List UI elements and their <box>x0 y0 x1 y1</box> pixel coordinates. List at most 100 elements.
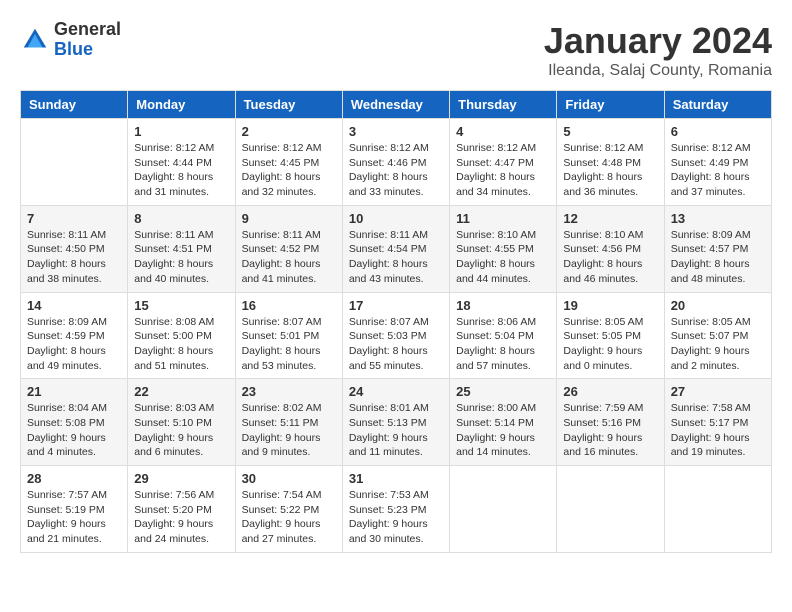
day-info: Sunrise: 8:08 AMSunset: 5:00 PMDaylight:… <box>134 315 228 374</box>
day-info: Sunrise: 8:12 AMSunset: 4:45 PMDaylight:… <box>242 141 336 200</box>
calendar-cell: 10 Sunrise: 8:11 AMSunset: 4:54 PMDayligh… <box>342 205 449 292</box>
day-number: 28 <box>27 471 121 486</box>
day-number: 24 <box>349 384 443 399</box>
calendar-cell: 6 Sunrise: 8:12 AMSunset: 4:49 PMDaylight… <box>664 119 771 206</box>
page-header: General Blue January 2024 Ileanda, Salaj… <box>20 20 772 80</box>
day-number: 25 <box>456 384 550 399</box>
calendar-table: SundayMondayTuesdayWednesdayThursdayFrid… <box>20 90 772 553</box>
calendar-cell: 5Sunrise: 8:12 AMSunset: 4:48 PMDaylight… <box>557 119 664 206</box>
day-number: 1 <box>134 124 228 139</box>
calendar-cell: 20 Sunrise: 8:05 AMSunset: 5:07 PMDayligh… <box>664 292 771 379</box>
day-number: 9 <box>242 211 336 226</box>
weekday-header: Thursday <box>450 91 557 119</box>
day-number: 20 <box>671 298 765 313</box>
calendar-header-row: SundayMondayTuesdayWednesdayThursdayFrid… <box>21 91 772 119</box>
day-info: Sunrise: 8:12 AMSunset: 4:44 PMDaylight:… <box>134 141 228 200</box>
day-number: 30 <box>242 471 336 486</box>
calendar-cell: 11Sunrise: 8:10 AMSunset: 4:55 PMDayligh… <box>450 205 557 292</box>
day-info: Sunrise: 8:10 AMSunset: 4:56 PMDaylight:… <box>563 228 657 287</box>
calendar-cell: 12Sunrise: 8:10 AMSunset: 4:56 PMDayligh… <box>557 205 664 292</box>
day-number: 19 <box>563 298 657 313</box>
calendar-week-row: 21 Sunrise: 8:04 AMSunset: 5:08 PMDayligh… <box>21 379 772 466</box>
day-info: Sunrise: 8:05 AMSunset: 5:07 PMDaylight:… <box>671 315 765 374</box>
calendar-cell: 13 Sunrise: 8:09 AMSunset: 4:57 PMDayligh… <box>664 205 771 292</box>
day-number: 26 <box>563 384 657 399</box>
day-number: 21 <box>27 384 121 399</box>
calendar-cell: 14 Sunrise: 8:09 AMSunset: 4:59 PMDayligh… <box>21 292 128 379</box>
location: Ileanda, Salaj County, Romania <box>544 62 772 80</box>
weekday-header: Monday <box>128 91 235 119</box>
day-info: Sunrise: 8:07 AMSunset: 5:03 PMDaylight:… <box>349 315 443 374</box>
day-info: Sunrise: 8:12 AMSunset: 4:47 PMDaylight:… <box>456 141 550 200</box>
calendar-cell: 27 Sunrise: 7:58 AMSunset: 5:17 PMDayligh… <box>664 379 771 466</box>
day-info: Sunrise: 8:07 AMSunset: 5:01 PMDaylight:… <box>242 315 336 374</box>
weekday-header: Saturday <box>664 91 771 119</box>
calendar-cell: 9 Sunrise: 8:11 AMSunset: 4:52 PMDaylight… <box>235 205 342 292</box>
day-info: Sunrise: 8:05 AMSunset: 5:05 PMDaylight:… <box>563 315 657 374</box>
day-number: 27 <box>671 384 765 399</box>
weekday-header: Wednesday <box>342 91 449 119</box>
day-info: Sunrise: 7:57 AMSunset: 5:19 PMDaylight:… <box>27 488 121 547</box>
month-title: January 2024 <box>544 20 772 62</box>
day-number: 4 <box>456 124 550 139</box>
calendar-cell: 24Sunrise: 8:01 AMSunset: 5:13 PMDayligh… <box>342 379 449 466</box>
day-info: Sunrise: 8:06 AMSunset: 5:04 PMDaylight:… <box>456 315 550 374</box>
day-number: 7 <box>27 211 121 226</box>
day-info: Sunrise: 8:12 AMSunset: 4:49 PMDaylight:… <box>671 141 765 200</box>
day-number: 14 <box>27 298 121 313</box>
calendar-cell: 2 Sunrise: 8:12 AMSunset: 4:45 PMDaylight… <box>235 119 342 206</box>
weekday-header: Sunday <box>21 91 128 119</box>
calendar-cell: 31Sunrise: 7:53 AMSunset: 5:23 PMDayligh… <box>342 466 449 553</box>
day-number: 17 <box>349 298 443 313</box>
day-number: 10 <box>349 211 443 226</box>
day-info: Sunrise: 7:54 AMSunset: 5:22 PMDaylight:… <box>242 488 336 547</box>
day-info: Sunrise: 8:09 AMSunset: 4:59 PMDaylight:… <box>27 315 121 374</box>
logo: General Blue <box>20 20 121 60</box>
day-info: Sunrise: 8:02 AMSunset: 5:11 PMDaylight:… <box>242 401 336 460</box>
logo-text: General Blue <box>54 20 121 60</box>
logo-icon <box>20 25 50 55</box>
day-info: Sunrise: 8:03 AMSunset: 5:10 PMDaylight:… <box>134 401 228 460</box>
day-number: 6 <box>671 124 765 139</box>
calendar-cell: 28 Sunrise: 7:57 AMSunset: 5:19 PMDayligh… <box>21 466 128 553</box>
calendar-cell: 8Sunrise: 8:11 AMSunset: 4:51 PMDaylight… <box>128 205 235 292</box>
calendar-cell <box>21 119 128 206</box>
day-info: Sunrise: 7:56 AMSunset: 5:20 PMDaylight:… <box>134 488 228 547</box>
calendar-cell: 29 Sunrise: 7:56 AMSunset: 5:20 PMDayligh… <box>128 466 235 553</box>
weekday-header: Friday <box>557 91 664 119</box>
title-area: January 2024 Ileanda, Salaj County, Roma… <box>544 20 772 80</box>
calendar-cell: 17 Sunrise: 8:07 AMSunset: 5:03 PMDayligh… <box>342 292 449 379</box>
day-number: 15 <box>134 298 228 313</box>
calendar-week-row: 28 Sunrise: 7:57 AMSunset: 5:19 PMDayligh… <box>21 466 772 553</box>
calendar-cell <box>450 466 557 553</box>
calendar-cell <box>557 466 664 553</box>
day-number: 2 <box>242 124 336 139</box>
day-info: Sunrise: 8:09 AMSunset: 4:57 PMDaylight:… <box>671 228 765 287</box>
day-info: Sunrise: 7:53 AMSunset: 5:23 PMDaylight:… <box>349 488 443 547</box>
day-number: 13 <box>671 211 765 226</box>
calendar-cell: 16Sunrise: 8:07 AMSunset: 5:01 PMDayligh… <box>235 292 342 379</box>
day-info: Sunrise: 8:00 AMSunset: 5:14 PMDaylight:… <box>456 401 550 460</box>
calendar-cell: 7Sunrise: 8:11 AMSunset: 4:50 PMDaylight… <box>21 205 128 292</box>
calendar-week-row: 7Sunrise: 8:11 AMSunset: 4:50 PMDaylight… <box>21 205 772 292</box>
day-number: 5 <box>563 124 657 139</box>
calendar-cell: 3Sunrise: 8:12 AMSunset: 4:46 PMDaylight… <box>342 119 449 206</box>
weekday-header: Tuesday <box>235 91 342 119</box>
calendar-cell: 4 Sunrise: 8:12 AMSunset: 4:47 PMDaylight… <box>450 119 557 206</box>
calendar-week-row: 1 Sunrise: 8:12 AMSunset: 4:44 PMDaylight… <box>21 119 772 206</box>
calendar-cell: 18 Sunrise: 8:06 AMSunset: 5:04 PMDayligh… <box>450 292 557 379</box>
day-info: Sunrise: 8:11 AMSunset: 4:52 PMDaylight:… <box>242 228 336 287</box>
day-number: 22 <box>134 384 228 399</box>
day-info: Sunrise: 8:11 AMSunset: 4:54 PMDaylight:… <box>349 228 443 287</box>
calendar-cell: 15 Sunrise: 8:08 AMSunset: 5:00 PMDayligh… <box>128 292 235 379</box>
calendar-cell: 26Sunrise: 7:59 AMSunset: 5:16 PMDayligh… <box>557 379 664 466</box>
day-number: 29 <box>134 471 228 486</box>
calendar-cell: 22 Sunrise: 8:03 AMSunset: 5:10 PMDayligh… <box>128 379 235 466</box>
day-info: Sunrise: 8:04 AMSunset: 5:08 PMDaylight:… <box>27 401 121 460</box>
day-info: Sunrise: 7:58 AMSunset: 5:17 PMDaylight:… <box>671 401 765 460</box>
day-number: 18 <box>456 298 550 313</box>
day-info: Sunrise: 8:10 AMSunset: 4:55 PMDaylight:… <box>456 228 550 287</box>
day-info: Sunrise: 8:12 AMSunset: 4:46 PMDaylight:… <box>349 141 443 200</box>
day-info: Sunrise: 8:11 AMSunset: 4:51 PMDaylight:… <box>134 228 228 287</box>
calendar-cell: 23Sunrise: 8:02 AMSunset: 5:11 PMDayligh… <box>235 379 342 466</box>
